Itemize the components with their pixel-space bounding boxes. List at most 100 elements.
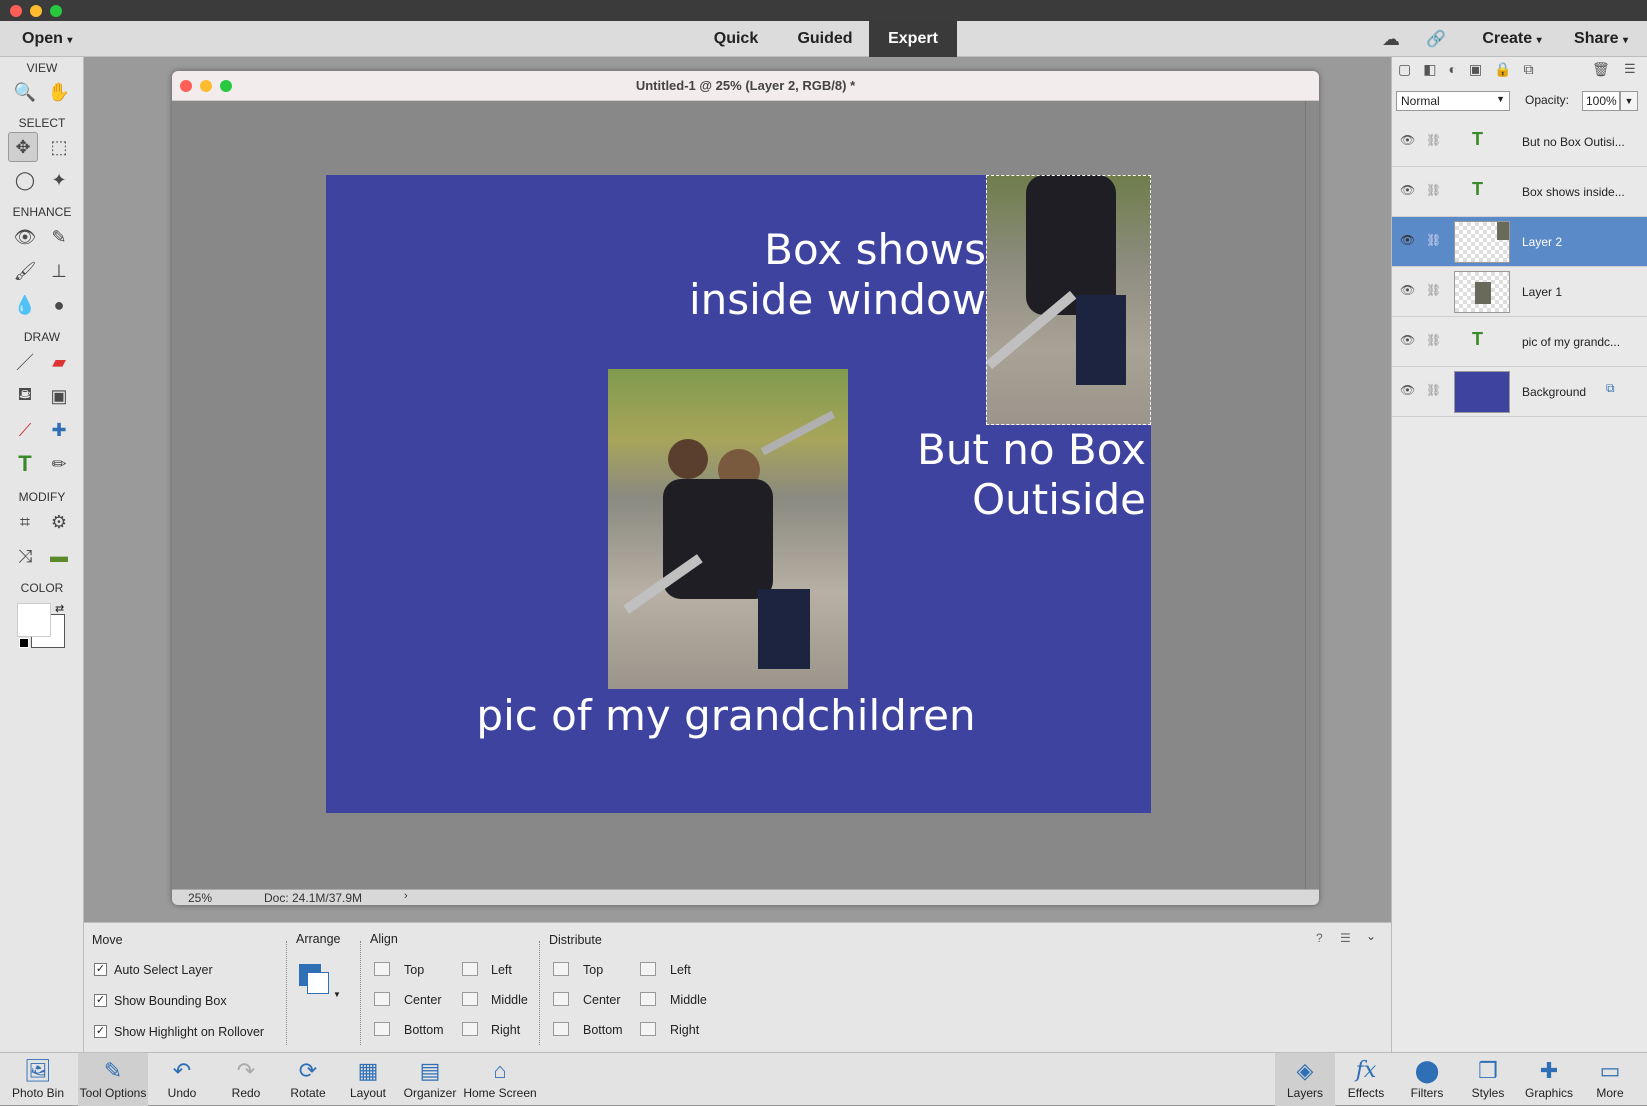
distribute-top-icon[interactable]: [553, 962, 569, 976]
trash-icon[interactable]: 🗑: [1592, 61, 1610, 78]
distribute-right-icon[interactable]: [640, 1022, 656, 1036]
move-tool-icon[interactable]: ✥: [8, 132, 38, 162]
crop-tool-icon[interactable]: ⌗: [10, 507, 40, 537]
auto-select-checkbox[interactable]: ✓: [94, 963, 107, 976]
align-right-icon[interactable]: [462, 1022, 478, 1036]
visibility-eye-icon[interactable]: 👁: [1400, 283, 1415, 297]
align-center-label[interactable]: Center: [404, 993, 442, 1007]
eraser-tool-icon[interactable]: ▰: [44, 347, 74, 377]
layer-row[interactable]: 👁 ⛓ Background ⧉: [1392, 367, 1647, 417]
layer-row[interactable]: 👁 ⛓ T pic of my grandc...: [1392, 317, 1647, 367]
layout-button[interactable]: ▦ Layout: [338, 1053, 398, 1106]
link-layer-icon[interactable]: ⛓: [1426, 233, 1441, 247]
align-bottom-label[interactable]: Bottom: [404, 1023, 444, 1037]
link-icon[interactable]: 🔗: [1426, 29, 1446, 49]
vertical-scrollbar[interactable]: [1305, 101, 1319, 889]
smart-brush-icon[interactable]: 🖌: [10, 256, 40, 286]
content-aware-move-icon[interactable]: ⤨: [10, 541, 40, 571]
sponge-tool-icon[interactable]: ●: [44, 290, 74, 320]
link-layer-icon[interactable]: ⛓: [1426, 383, 1441, 397]
more-button[interactable]: ▭ More: [1580, 1053, 1640, 1106]
marquee-tool-icon[interactable]: ⬚: [44, 132, 74, 162]
recompose-tool-icon[interactable]: ⚙: [44, 507, 74, 537]
visibility-eye-icon[interactable]: 👁: [1400, 383, 1415, 397]
undo-button[interactable]: ↶ Undo: [152, 1053, 212, 1106]
link-layer-icon[interactable]: ⛓: [1426, 183, 1441, 197]
blend-mode-select[interactable]: Normal ▼: [1396, 91, 1510, 111]
panel-menu-icon[interactable]: ☰: [1624, 61, 1636, 77]
magic-wand-tool-icon[interactable]: ✦: [44, 165, 74, 195]
opacity-input[interactable]: 100%: [1582, 91, 1620, 111]
distribute-middle-label[interactable]: Middle: [670, 993, 707, 1007]
layer1-photo[interactable]: [608, 369, 848, 689]
status-arrow-icon[interactable]: ›: [404, 890, 408, 902]
align-right-label[interactable]: Right: [491, 1023, 520, 1037]
align-center-icon[interactable]: [374, 992, 390, 1006]
rotate-button[interactable]: ⟳ Rotate: [278, 1053, 338, 1106]
align-top-label[interactable]: Top: [404, 963, 424, 977]
blur-tool-icon[interactable]: 💧: [10, 290, 40, 320]
straighten-tool-icon[interactable]: ▬: [44, 541, 74, 571]
link-layer-icon[interactable]: ⛓: [1426, 283, 1441, 297]
clone-stamp-icon[interactable]: ⊥: [44, 256, 74, 286]
distribute-center-icon[interactable]: [553, 992, 569, 1006]
canvas-text-but-no-box[interactable]: But no Box Outiside: [886, 425, 1146, 526]
layer-name[interactable]: But no Box Outisi...: [1522, 135, 1625, 149]
doc-minimize-button[interactable]: [200, 80, 212, 92]
tab-guided[interactable]: Guided: [785, 21, 865, 57]
canvas-text-grandchildren[interactable]: pic of my grandchildren: [446, 691, 1006, 741]
tab-expert[interactable]: Expert: [869, 21, 957, 57]
distribute-bottom-label[interactable]: Bottom: [583, 1023, 623, 1037]
zoom-tool-icon[interactable]: 🔍: [10, 77, 40, 107]
close-window-button[interactable]: [10, 5, 22, 17]
home-screen-button[interactable]: ⌂ Home Screen: [460, 1053, 540, 1106]
distribute-bottom-icon[interactable]: [553, 1022, 569, 1036]
swap-colors-icon[interactable]: ⇄: [55, 602, 64, 615]
distribute-center-label[interactable]: Center: [583, 993, 621, 1007]
eye-tool-icon[interactable]: 👁: [10, 222, 40, 252]
graphics-button[interactable]: ✚ Graphics: [1519, 1053, 1579, 1106]
hand-tool-icon[interactable]: ✋: [44, 77, 74, 107]
default-colors-icon[interactable]: [19, 638, 29, 648]
styles-button[interactable]: ❒ Styles: [1458, 1053, 1518, 1106]
canvas-text-box-shows[interactable]: Box shows inside window: [686, 225, 986, 326]
layer-row[interactable]: 👁 ⛓ T But no Box Outisi...: [1392, 117, 1647, 167]
open-button[interactable]: Open ▾: [22, 21, 82, 57]
maximize-window-button[interactable]: [50, 5, 62, 17]
paint-bucket-icon[interactable]: ⛾: [10, 381, 40, 411]
visibility-eye-icon[interactable]: 👁: [1400, 233, 1415, 247]
show-highlight-checkbox[interactable]: ✓: [94, 1025, 107, 1038]
create-button[interactable]: Create ▾: [1472, 21, 1552, 57]
layer-row[interactable]: 👁 ⛓ T Box shows inside...: [1392, 167, 1647, 217]
link-layer-icon[interactable]: ⛓: [1426, 333, 1441, 347]
custom-shape-icon[interactable]: ✚: [44, 415, 74, 445]
image-canvas[interactable]: Box shows inside window But no Box Outis…: [326, 175, 1151, 813]
visibility-eye-icon[interactable]: 👁: [1400, 333, 1415, 347]
share-button[interactable]: Share ▾: [1564, 21, 1638, 57]
layer-row[interactable]: 👁 ⛓ Layer 1: [1392, 267, 1647, 317]
align-middle-icon[interactable]: [462, 992, 478, 1006]
photo-bin-button[interactable]: 🖼 Photo Bin: [8, 1053, 68, 1106]
collapse-icon[interactable]: ⌄: [1366, 929, 1376, 943]
align-left-label[interactable]: Left: [491, 963, 512, 977]
doc-close-button[interactable]: [180, 80, 192, 92]
layer-name[interactable]: Layer 2: [1522, 235, 1562, 249]
help-icon[interactable]: ?: [1316, 931, 1323, 945]
distribute-left-icon[interactable]: [640, 962, 656, 976]
foreground-color-swatch[interactable]: [17, 603, 51, 637]
gradient-tool-icon[interactable]: ▣: [44, 381, 74, 411]
layer-name[interactable]: Layer 1: [1522, 285, 1562, 299]
pencil-tool-icon[interactable]: ✏: [44, 449, 74, 479]
brush-tool-icon[interactable]: ／: [10, 347, 40, 377]
align-left-icon[interactable]: [462, 962, 478, 976]
layer-name[interactable]: pic of my grandc...: [1522, 335, 1620, 349]
layers-button[interactable]: ◈ Layers: [1275, 1053, 1335, 1106]
distribute-middle-icon[interactable]: [640, 992, 656, 1006]
arrange-button[interactable]: ▼: [299, 964, 341, 1004]
distribute-right-label[interactable]: Right: [670, 1023, 699, 1037]
layer-name[interactable]: Background: [1522, 385, 1586, 399]
layer-row-selected[interactable]: 👁 ⛓ Layer 2: [1392, 217, 1647, 267]
align-middle-label[interactable]: Middle: [491, 993, 528, 1007]
effects-button[interactable]: fx Effects: [1336, 1053, 1396, 1106]
align-bottom-icon[interactable]: [374, 1022, 390, 1036]
